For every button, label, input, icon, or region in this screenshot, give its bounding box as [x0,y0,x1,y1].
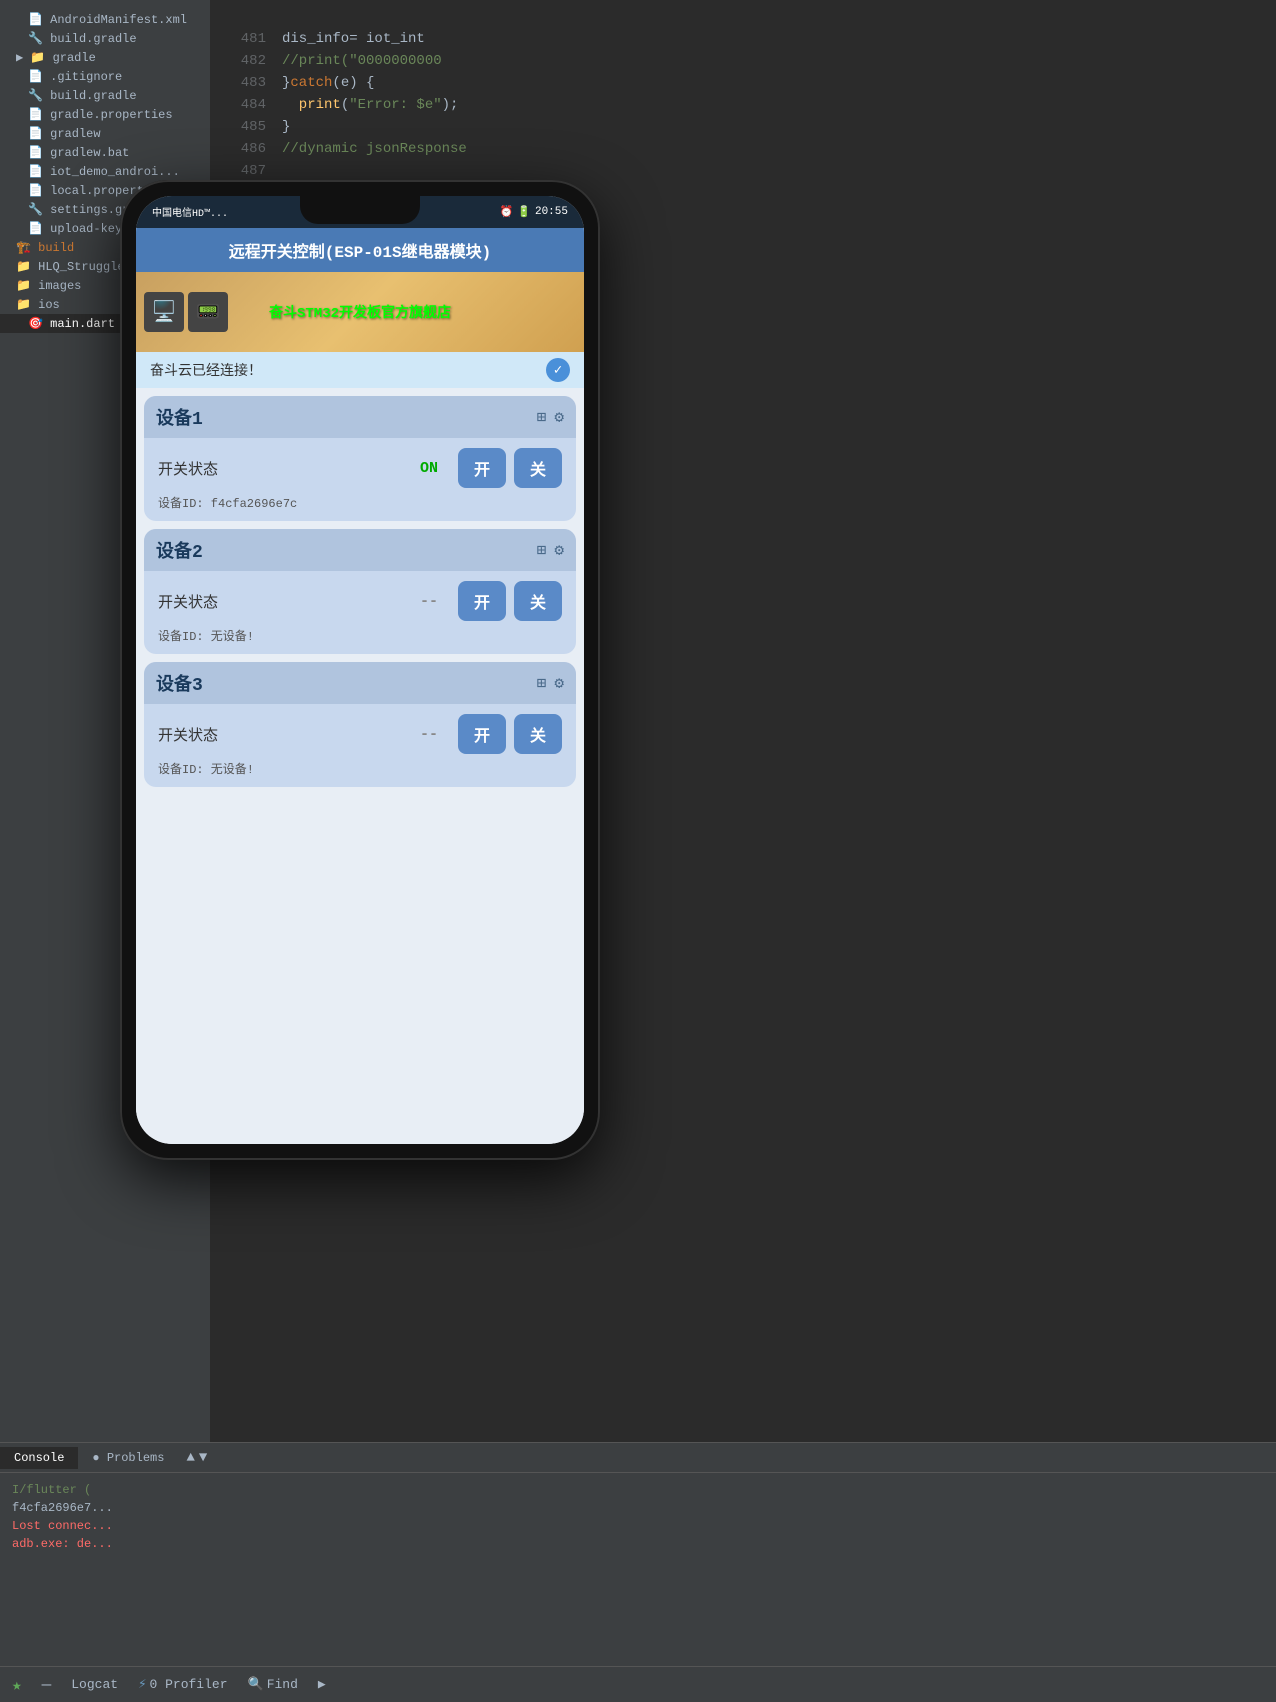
bottom-toolbar: ★ — Logcat ⚡ 0 Profiler 🔍 Find ▶ [0,1666,1276,1702]
scroll-down-icon[interactable]: ▼ [199,1450,207,1466]
device-3-icons: ⊞ ⚙ [537,673,564,693]
device-2-id: 设备ID: 无设备! [158,627,562,644]
device-2-header: 设备2 ⊞ ⚙ [144,529,576,571]
device-1-icons: ⊞ ⚙ [537,407,564,427]
time-display: 20:55 [535,206,568,218]
device-2-qr-icon[interactable]: ⊞ [537,540,547,560]
status-icons: ⏰ 🔋 20:55 [500,205,568,219]
file-item[interactable]: 📄 .gitignore [0,67,210,86]
device-3-switch-label: 开关状态 [158,724,412,745]
device-3-switch-status: -- [420,726,450,743]
device-1-id: 设备ID: f4cfa2696e7c [158,494,562,511]
file-item[interactable]: 📄 gradlew.bat [0,143,210,162]
device-thumbnail-1: 🖥️ [144,292,184,332]
connection-check-icon: ✓ [546,358,570,382]
device-1-settings-icon[interactable]: ⚙ [554,407,564,427]
device-1-header: 设备1 ⊞ ⚙ [144,396,576,438]
run-arrow[interactable]: ▶ [318,1677,326,1692]
device-3-id: 设备ID: 无设备! [158,760,562,777]
app-title-text: 远程开关控制(ESP-01S继电器模块) [229,244,491,262]
device-2-name: 设备2 [156,537,203,563]
app-title-bar: 远程开关控制(ESP-01S继电器模块) [136,228,584,272]
banner-text: 奋斗STM32开发板官方旗舰店 [269,302,451,322]
run-button[interactable]: ★ [12,1675,22,1695]
device-3-header: 设备3 ⊞ ⚙ [144,662,576,704]
device-3-on-button[interactable]: 开 [458,714,506,754]
device-2-off-button[interactable]: 关 [514,581,562,621]
battery-icon: 🔋 [517,205,531,219]
bottom-panel-tabs: Console ● Problems ▲ ▼ [0,1443,1276,1473]
device-2-icons: ⊞ ⚙ [537,540,564,560]
device-2-switch-status: -- [420,593,450,610]
app-banner: 🖥️ 📟 奋斗STM32开发板官方旗舰店 [136,272,584,352]
device-card-3: 设备3 ⊞ ⚙ 开关状态 -- 开 关 [144,662,576,787]
device-2-body: 开关状态 -- 开 关 设备ID: 无设备! [144,571,576,654]
device-3-qr-icon[interactable]: ⊞ [537,673,547,693]
connection-status-bar: 奋斗云已经连接！ ✓ [136,352,584,388]
device-card-2: 设备2 ⊞ ⚙ 开关状态 -- 开 关 [144,529,576,654]
device-1-switch-row: 开关状态 ON 开 关 [158,448,562,488]
alarm-icon: ⏰ [500,205,514,219]
file-item[interactable]: 📄 AndroidManifest.xml [0,10,210,29]
problems-tab[interactable]: ● Problems [78,1447,178,1469]
stop-button[interactable]: — [42,1676,52,1694]
file-item[interactable]: 🔧 build.gradle [0,29,210,48]
device-1-qr-icon[interactable]: ⊞ [537,407,547,427]
device-3-switch-row: 开关状态 -- 开 关 [158,714,562,754]
device-3-settings-icon[interactable]: ⚙ [554,673,564,693]
file-item[interactable]: 📄 iot_demo_androi... [0,162,210,181]
file-item[interactable]: 🔧 build.gradle [0,86,210,105]
bottom-panel: Console ● Problems ▲ ▼ I/flutter ( f4cfa… [0,1442,1276,1702]
logcat-tab[interactable]: Logcat [71,1677,118,1692]
device-1-switch-status: ON [420,460,450,477]
phone-outer-frame: 中国电信HD™... ⏰ 🔋 20:55 远程开关控制(ESP-01S继电器模块… [120,180,600,1160]
device-1-on-button[interactable]: 开 [458,448,506,488]
device-1-name: 设备1 [156,404,203,430]
file-item[interactable]: 📄 gradle.properties [0,105,210,124]
console-tab[interactable]: Console [0,1447,78,1469]
console-output: I/flutter ( f4cfa2696e7... Lost connec..… [0,1473,1276,1561]
device-3-name: 设备3 [156,670,203,696]
folder-item[interactable]: ▶ 📁 gradle [0,48,210,67]
profiler-tab[interactable]: ⚡ 0 Profiler [138,1676,227,1693]
device-1-body: 开关状态 ON 开 关 设备ID: f4cfa2696e7c [144,438,576,521]
device-2-on-button[interactable]: 开 [458,581,506,621]
device-2-switch-row: 开关状态 -- 开 关 [158,581,562,621]
device-3-body: 开关状态 -- 开 关 设备ID: 无设备! [144,704,576,787]
banner-devices: 🖥️ 📟 [144,292,228,332]
device-3-off-button[interactable]: 关 [514,714,562,754]
carrier-text: 中国电信HD™... [152,204,228,220]
device-2-switch-label: 开关状态 [158,591,412,612]
device-2-settings-icon[interactable]: ⚙ [554,540,564,560]
app-screen: 远程开关控制(ESP-01S继电器模块) 🖥️ 📟 奋斗STM32开发板官方旗舰… [136,228,584,1144]
file-item[interactable]: 📄 gradlew [0,124,210,143]
devices-list: 设备1 ⊞ ⚙ 开关状态 ON 开 关 [136,388,584,1144]
device-card-1: 设备1 ⊞ ⚙ 开关状态 ON 开 关 [144,396,576,521]
find-tab[interactable]: 🔍 Find [248,1677,298,1692]
device-1-off-button[interactable]: 关 [514,448,562,488]
device-1-switch-label: 开关状态 [158,458,412,479]
connection-text: 奋斗云已经连接！ [150,360,262,380]
phone-device: 中国电信HD™... ⏰ 🔋 20:55 远程开关控制(ESP-01S继电器模块… [120,180,600,1160]
device-thumbnail-2: 📟 [188,292,228,332]
phone-screen: 中国电信HD™... ⏰ 🔋 20:55 远程开关控制(ESP-01S继电器模块… [136,196,584,1144]
phone-notch [300,196,420,224]
scroll-up-icon[interactable]: ▲ [186,1450,194,1466]
